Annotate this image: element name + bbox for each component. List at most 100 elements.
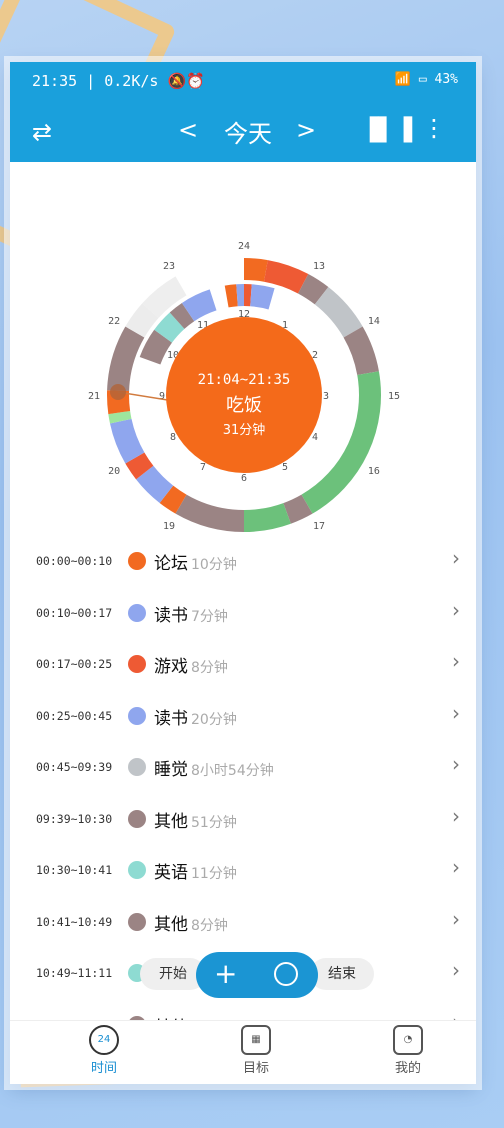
chevron-right-icon[interactable]: › — [452, 701, 460, 725]
bottom-tab-bar: 24 时间 ▦ 目标 ◔ 我的 — [10, 1020, 476, 1084]
phone-screen: 21:35 | 0.2K/s 🔕⏰ 📶 ▭ 43% ⇄ < 今天 > ▐▌▐ ⋮… — [10, 62, 476, 1084]
list-item[interactable]: 10:30~10:41 英语 11分钟 › — [10, 845, 476, 897]
time-range: 00:25~00:45 — [36, 708, 113, 723]
chevron-right-icon[interactable]: › — [452, 804, 460, 828]
hour-label: 16 — [368, 466, 380, 477]
end-button[interactable]: 结束 — [310, 958, 374, 990]
time-range: 00:10~00:17 — [36, 605, 113, 620]
time-range: 00:45~09:39 — [36, 760, 113, 774]
status-bar: 21:35 | 0.2K/s 🔕⏰ 📶 ▭ 43% — [10, 62, 476, 100]
ring-segment — [139, 329, 173, 365]
tomato-icon: ◔ — [393, 1025, 423, 1055]
ring-segment — [159, 485, 187, 514]
chevron-right-icon[interactable]: › — [452, 855, 460, 879]
center-duration: 31分钟 — [223, 422, 266, 438]
category-dot — [128, 758, 146, 776]
time-range: 00:17~00:25 — [36, 657, 113, 671]
chevron-right-icon[interactable]: › — [452, 958, 460, 982]
activity-duration: 8分钟 — [191, 660, 228, 676]
tab-goals[interactable]: ▦ 目标 — [216, 1025, 296, 1076]
activity-duration: 7分钟 — [191, 608, 228, 625]
category-dot — [128, 912, 146, 931]
ring-segment — [181, 289, 217, 322]
activity-duration: 11分钟 — [191, 866, 237, 882]
clock-icon[interactable] — [274, 962, 298, 986]
ring-segment — [108, 410, 132, 424]
ring-segment — [125, 452, 154, 480]
list-item[interactable]: 00:10~00:17 读书 7分钟 › — [10, 588, 476, 640]
ring-segment — [263, 260, 309, 294]
chevron-right-icon[interactable]: › — [452, 907, 460, 931]
chevron-right-icon[interactable]: › — [452, 752, 460, 776]
hour-label: 4 — [312, 432, 318, 443]
ring-segment — [107, 326, 145, 392]
ring-segment — [243, 258, 268, 282]
time-range: 10:41~10:49 — [36, 914, 113, 929]
ring-segment — [136, 465, 174, 503]
category-dot — [128, 706, 146, 725]
page-title: 今天 — [224, 120, 272, 148]
hour-label: 6 — [241, 473, 247, 484]
plus-icon[interactable]: + — [214, 957, 237, 990]
pointer-knob[interactable] — [110, 384, 126, 400]
activity-name: 读书 20分钟 — [154, 708, 237, 729]
hour-label: 23 — [163, 261, 175, 272]
activity-name: 睡觉 8小时54分钟 — [154, 760, 274, 780]
activity-duration: 8小时54分钟 — [191, 763, 274, 779]
tab-me[interactable]: ◔ 我的 — [368, 1025, 448, 1076]
activity-name: 其他 8分钟 — [154, 914, 228, 935]
activity-duration: 8分钟 — [191, 917, 228, 934]
hour-label: 19 — [163, 521, 175, 532]
time-range: 00:00~00:10 — [36, 554, 113, 568]
list-item[interactable]: 00:45~09:39 睡觉 8小时54分钟 › — [10, 742, 476, 794]
ring-segment — [109, 418, 145, 464]
ring-segment — [154, 312, 185, 343]
activity-name: 读书 7分钟 — [154, 605, 228, 626]
list-item[interactable]: 09:39~10:30 其他 51分钟 › — [10, 794, 476, 846]
time-wheel[interactable]: 241314151617181920212223 121234567891011… — [10, 162, 476, 536]
activity-name: 论坛 10分钟 — [154, 554, 237, 574]
category-dot — [128, 655, 146, 673]
chevron-right-icon[interactable]: › — [452, 598, 460, 622]
list-item[interactable]: 00:17~00:25 游戏 8分钟 › — [10, 639, 476, 691]
swap-icon[interactable]: ⇄ — [32, 118, 52, 146]
next-day-button[interactable]: > — [296, 116, 316, 144]
prev-day-button[interactable]: < — [178, 116, 198, 144]
time-range: 10:49~11:11 — [36, 966, 113, 980]
activity-duration: 20分钟 — [191, 711, 237, 728]
hour-label: 14 — [368, 316, 380, 327]
hour-label: 22 — [108, 316, 120, 327]
activity-name: 游戏 8分钟 — [154, 657, 228, 677]
ring-segment — [343, 326, 379, 376]
chart-icon[interactable]: ▐▌▐ — [361, 118, 412, 143]
calendar-icon: ▦ — [241, 1025, 271, 1055]
more-icon[interactable]: ⋮ — [422, 114, 446, 142]
status-signal: 📶 ▭ 43% — [394, 72, 458, 87]
status-time: 21:35 | 0.2K/s 🔕⏰ — [32, 72, 205, 90]
ring-segment — [243, 502, 291, 532]
ring-segment — [175, 494, 245, 532]
hour-label: 8 — [170, 432, 176, 443]
category-dot — [128, 809, 146, 828]
hour-label: 3 — [323, 391, 329, 402]
chevron-right-icon[interactable]: › — [452, 546, 460, 570]
category-dot — [128, 861, 146, 879]
hour-label: 9 — [159, 391, 165, 402]
hour-label: 20 — [108, 466, 120, 477]
center-range: 21:04~21:35 — [198, 372, 291, 388]
hour-label: 17 — [313, 521, 325, 532]
tab-time[interactable]: 24 时间 — [64, 1025, 144, 1076]
activity-name: 其他 51分钟 — [154, 811, 237, 832]
ring-segment — [169, 302, 195, 329]
list-item[interactable]: 10:41~10:49 其他 8分钟 › — [10, 897, 476, 949]
time-range: 09:39~10:30 — [36, 811, 113, 826]
time-range: 10:30~10:41 — [36, 863, 113, 877]
clock-24-icon: 24 — [89, 1025, 119, 1055]
list-item[interactable]: 00:25~00:45 读书 20分钟 › — [10, 691, 476, 743]
list-item[interactable]: 00:00~00:10 论坛 10分钟 › — [10, 536, 476, 588]
add-record-fab[interactable]: + — [196, 952, 318, 998]
chevron-right-icon[interactable]: › — [452, 649, 460, 673]
hour-label: 21 — [88, 391, 100, 402]
app-bar: ⇄ < 今天 > ▐▌▐ ⋮ — [10, 100, 476, 162]
ring-segment — [224, 284, 238, 308]
